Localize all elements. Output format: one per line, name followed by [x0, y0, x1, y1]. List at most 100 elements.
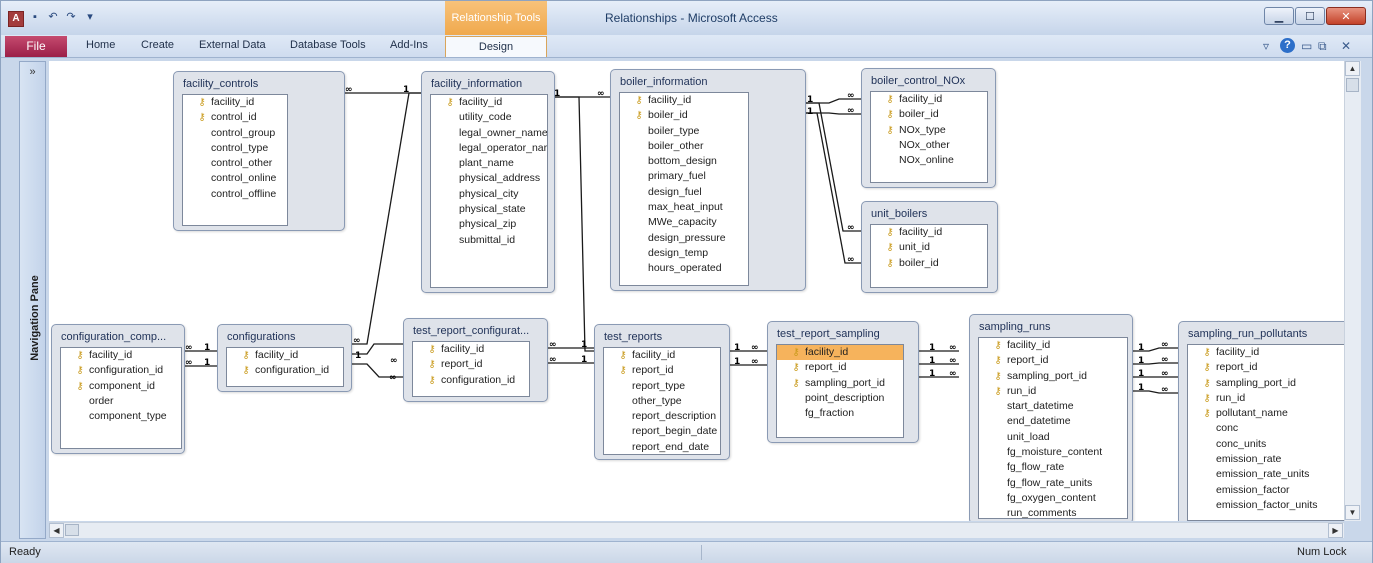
field-list[interactable]: ⚷ facility_id ⚷ control_id control_group cont… [182, 94, 288, 226]
field[interactable]: run_comments [979, 506, 1127, 518]
navigation-pane[interactable]: » Navigation Pane [19, 61, 46, 539]
field[interactable]: NOx_other [871, 138, 987, 153]
tab-add-ins[interactable]: Add-Ins [390, 39, 428, 51]
key-field[interactable]: ⚷ NOx_type [871, 123, 987, 138]
field[interactable]: fg_fraction [777, 406, 903, 421]
field[interactable]: control_type [183, 141, 287, 156]
field-list[interactable]: ⚷ facility_id ⚷ configuration_id ⚷ component_… [60, 347, 182, 449]
table-unit-boilers[interactable]: unit_boilers ⚷ facility_id ⚷ unit_id ⚷ boiler_… [861, 201, 998, 293]
key-field[interactable]: ⚷ configuration_id [413, 373, 529, 388]
field-list[interactable]: ⚷ facility_id ⚷ boiler_id ⚷ NOx_type NOx_other… [870, 91, 988, 183]
key-field[interactable]: ⚷ sampling_port_id [777, 376, 903, 391]
vertical-scrollbar[interactable]: ▲ ▼ [1344, 61, 1361, 521]
field[interactable]: design_pressure [620, 231, 748, 246]
tab-home[interactable]: Home [86, 39, 115, 51]
field[interactable]: legal_operator_nar [431, 141, 547, 156]
table-facility-controls[interactable]: facility_controls ⚷ facility_id ⚷ control_id… [173, 71, 345, 231]
key-field[interactable]: ⚷ facility_id [61, 348, 181, 363]
key-field[interactable]: ⚷ report_id [604, 363, 720, 378]
field[interactable]: design_fuel [620, 185, 748, 200]
field[interactable]: boiler_type [620, 124, 748, 139]
key-field[interactable]: ⚷ report_id [979, 353, 1127, 368]
table-title[interactable]: test_report_sampling [777, 328, 880, 340]
table-configurations[interactable]: configurations ⚷ facility_id ⚷ configuration… [217, 324, 352, 392]
tab-external-data[interactable]: External Data [199, 39, 266, 51]
table-title[interactable]: boiler_control_NOx [871, 75, 965, 87]
table-title[interactable]: test_reports [604, 331, 662, 343]
field[interactable]: emission_rate [1188, 452, 1356, 467]
redo-icon[interactable]: ↷ [64, 10, 78, 24]
key-field[interactable]: ⚷ facility_id [431, 95, 547, 110]
table-configuration-comp[interactable]: configuration_comp... ⚷ facility_id ⚷ config… [51, 324, 185, 454]
key-field[interactable]: ⚷ run_id [1188, 391, 1356, 406]
field-list[interactable]: ⚷ facility_id ⚷ unit_id ⚷ boiler_id [870, 224, 988, 288]
key-field[interactable]: ⚷ facility_id [620, 93, 748, 108]
key-field[interactable]: ⚷ boiler_id [871, 256, 987, 271]
table-title[interactable]: unit_boilers [871, 208, 927, 220]
field[interactable]: physical_city [431, 187, 547, 202]
nav-pane-toggle-button[interactable]: » [20, 66, 45, 78]
field[interactable]: submittal_id [431, 233, 547, 248]
field[interactable]: hours_operated [620, 261, 748, 276]
tab-design[interactable]: Design [445, 36, 547, 57]
table-title[interactable]: facility_controls [183, 78, 258, 90]
field-list[interactable]: ⚷ facility_id ⚷ report_id ⚷ configuration_id [412, 341, 530, 397]
field[interactable]: report_end_date [604, 440, 720, 454]
key-field[interactable]: ⚷ facility_id [871, 225, 987, 240]
table-test-report-configuration[interactable]: test_report_configurat... ⚷ facility_id ⚷ re… [403, 318, 548, 402]
doc-restore-icon[interactable]: ⧉ [1318, 39, 1327, 54]
table-title[interactable]: facility_information [431, 78, 522, 90]
key-field[interactable]: ⚷ unit_id [871, 240, 987, 255]
table-title[interactable]: boiler_information [620, 76, 707, 88]
key-field[interactable]: ⚷ sampling_port_id [979, 369, 1127, 384]
horizontal-scroll-thumb[interactable] [65, 524, 79, 536]
field[interactable]: control_offline [183, 187, 287, 202]
save-icon[interactable]: ▪ [28, 10, 42, 24]
key-field[interactable]: ⚷ configuration_id [227, 363, 343, 378]
key-field[interactable]: ⚷ control_id [183, 110, 287, 125]
minimize-button[interactable]: ▁ [1264, 7, 1294, 25]
field[interactable]: legal_owner_name [431, 126, 547, 141]
minimize-ribbon-icon[interactable]: ▿ [1263, 39, 1269, 53]
key-field[interactable]: ⚷ facility_id [604, 348, 720, 363]
scroll-right-button[interactable]: ▶ [1328, 523, 1343, 538]
scroll-left-button[interactable]: ◀ [49, 523, 64, 538]
field[interactable]: unit_load [979, 430, 1127, 445]
field[interactable]: physical_zip [431, 217, 547, 232]
table-test-reports[interactable]: test_reports ⚷ facility_id ⚷ report_idreport… [594, 324, 730, 460]
field[interactable]: physical_state [431, 202, 547, 217]
key-field[interactable]: ⚷ facility_id [1188, 345, 1356, 360]
field[interactable]: emission_rate_units [1188, 467, 1356, 482]
table-sampling-runs[interactable]: sampling_runs ⚷ facility_id ⚷ report_id ⚷ samp… [969, 314, 1133, 521]
close-button[interactable]: ✕ [1326, 7, 1366, 25]
key-field[interactable]: ⚷ report_id [1188, 360, 1356, 375]
doc-minimize-icon[interactable]: ▭ [1301, 39, 1312, 53]
field[interactable]: start_datetime [979, 399, 1127, 414]
table-facility-information[interactable]: facility_information ⚷ facility_id utility_… [421, 71, 555, 293]
field-list[interactable]: ⚷ facility_id ⚷ boiler_id boiler_type boiler_… [619, 92, 749, 286]
maximize-button[interactable]: ☐ [1295, 7, 1325, 25]
field[interactable]: control_online [183, 171, 287, 186]
field-list[interactable]: ⚷ facility_id ⚷ report_id ⚷ sampling_port_id ⚷… [978, 337, 1128, 519]
help-icon[interactable]: ? [1280, 38, 1295, 53]
key-field[interactable]: ⚷ report_id [777, 360, 903, 375]
field[interactable]: fg_flow_rate_units [979, 476, 1127, 491]
table-boiler-information[interactable]: boiler_information ⚷ facility_id ⚷ boiler_id… [610, 69, 806, 291]
field[interactable]: order [61, 394, 181, 409]
field[interactable]: NOx_online [871, 153, 987, 168]
field[interactable]: end_datetime [979, 414, 1127, 429]
field[interactable]: fg_oxygen_content [979, 491, 1127, 506]
key-field[interactable]: ⚷ boiler_id [620, 108, 748, 123]
tab-database-tools[interactable]: Database Tools [290, 39, 366, 51]
field[interactable]: fg_flow_rate [979, 460, 1127, 475]
field[interactable]: emission_factor [1188, 483, 1356, 498]
key-field[interactable]: ⚷ facility_id [871, 92, 987, 107]
key-field[interactable]: ⚷ facility_id [777, 345, 903, 361]
field[interactable]: emission_factor_units [1188, 498, 1356, 513]
field[interactable]: conc [1188, 421, 1356, 436]
field[interactable]: conc_units [1188, 437, 1356, 452]
vertical-scroll-thumb[interactable] [1346, 78, 1359, 92]
key-field[interactable]: ⚷ facility_id [413, 342, 529, 357]
horizontal-scrollbar[interactable]: ◀ ▶ [49, 522, 1344, 538]
field[interactable]: report_begin_date [604, 424, 720, 439]
